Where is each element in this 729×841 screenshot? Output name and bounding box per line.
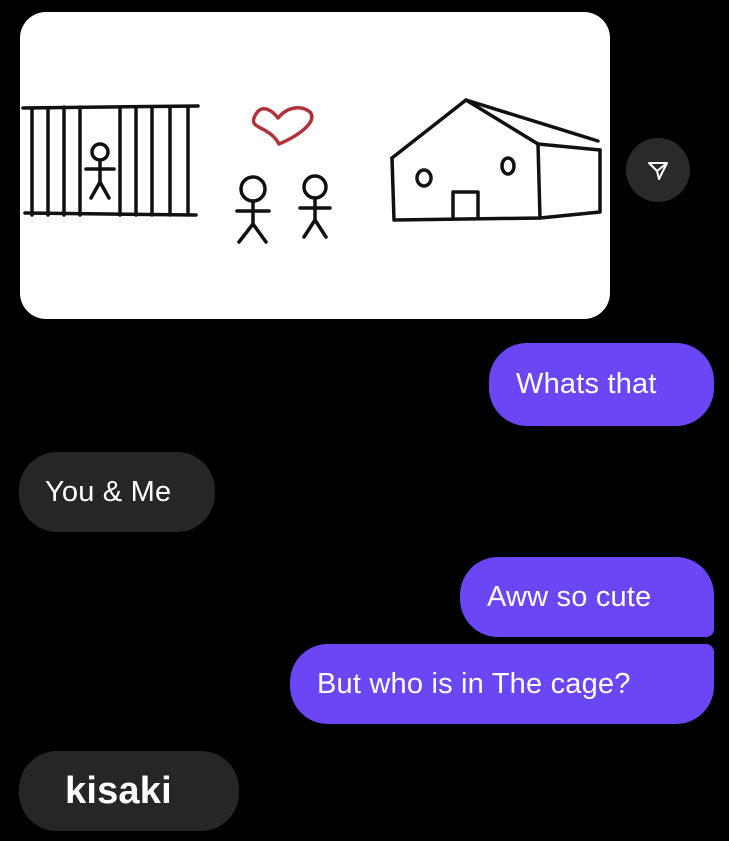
message-text: But who is in The cage? — [317, 667, 631, 700]
sent-message-bubble[interactable]: But who is in The cage? — [290, 644, 714, 724]
chat-thread: Whats that You & Me Aww so cute But who … — [0, 0, 729, 841]
sent-message-bubble[interactable]: Whats that — [489, 343, 714, 426]
share-button[interactable] — [626, 138, 690, 202]
house-drawing — [390, 98, 602, 222]
message-text: kisaki — [65, 769, 172, 812]
send-icon — [648, 162, 668, 180]
heart-drawing — [251, 106, 314, 146]
drawing-image — [21, 98, 602, 244]
message-text: Whats that — [516, 368, 657, 400]
couple-drawing — [235, 174, 332, 244]
received-message-bubble[interactable]: You & Me — [19, 452, 215, 532]
sent-message-bubble[interactable]: Aww so cute — [460, 557, 714, 637]
received-message-bubble[interactable]: kisaki — [19, 751, 239, 831]
message-text: You & Me — [45, 475, 172, 508]
image-message[interactable] — [20, 12, 610, 319]
message-text: Aww so cute — [487, 580, 652, 613]
cage-drawing — [21, 104, 200, 217]
